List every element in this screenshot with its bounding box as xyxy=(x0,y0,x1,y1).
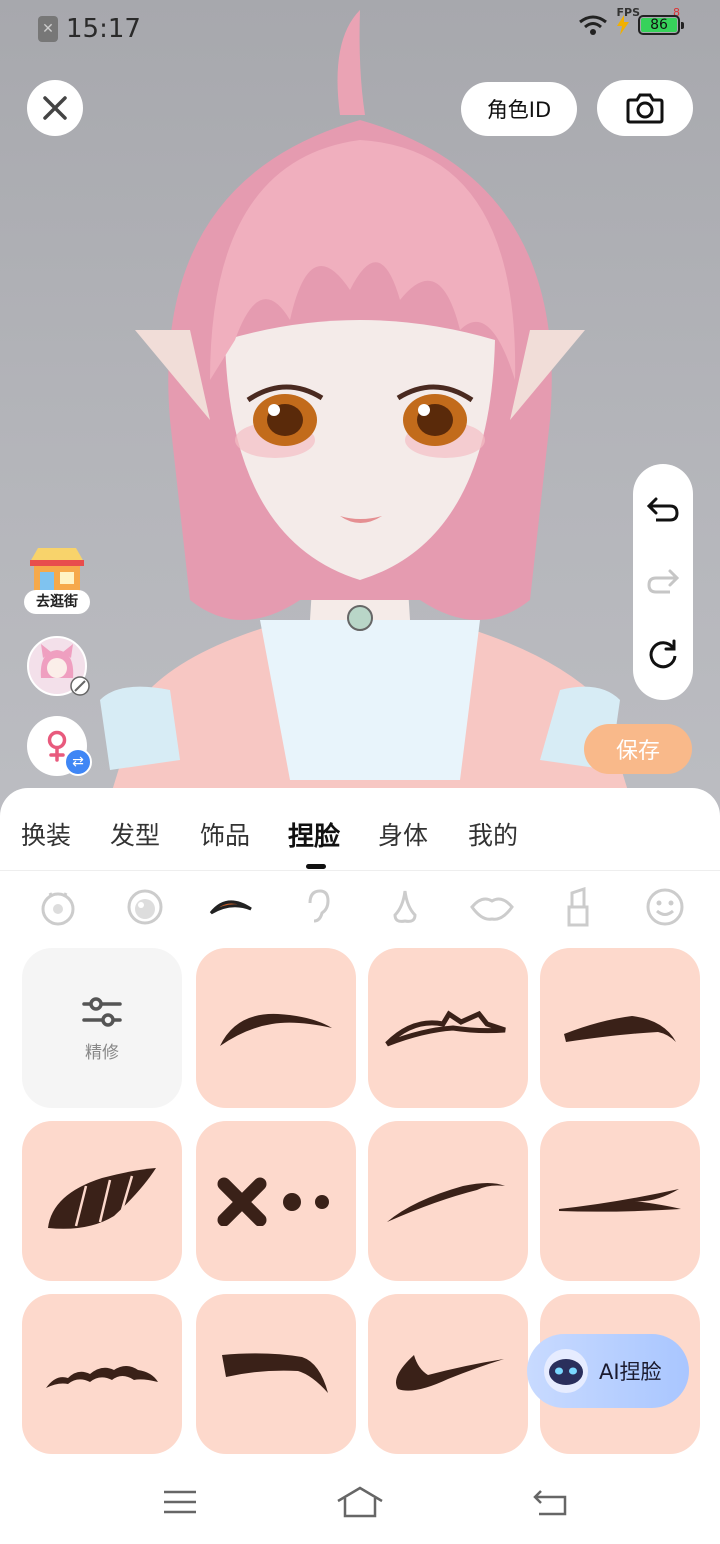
tab-outfit[interactable]: 换装 xyxy=(21,816,71,852)
status-left: ✕ 15:17 xyxy=(38,14,141,44)
eyebrow-option[interactable] xyxy=(368,1294,528,1454)
eyebrow-option[interactable] xyxy=(22,1121,182,1281)
eyebrow-icon[interactable] xyxy=(204,880,258,934)
tab-accessories[interactable]: 饰品 xyxy=(200,816,250,852)
refine-label: 精修 xyxy=(85,1042,119,1063)
undo-button[interactable] xyxy=(643,490,683,530)
battery-icon: 86 xyxy=(638,15,684,35)
expression-icon[interactable] xyxy=(638,880,692,934)
status-right: 86 xyxy=(578,14,684,36)
lips-icon[interactable] xyxy=(465,880,519,934)
status-bar: ✕ 15:17 FPS 8 86 xyxy=(0,0,720,58)
shop-icon xyxy=(30,548,84,594)
close-button[interactable] xyxy=(27,80,83,136)
tab-face[interactable]: 捏脸 xyxy=(288,816,340,853)
face-shape-icon[interactable] xyxy=(31,880,85,934)
close-icon xyxy=(43,96,67,120)
status-time: 15:17 xyxy=(66,14,141,44)
redo-button[interactable] xyxy=(643,562,683,602)
go-shopping-label: 去逛街 xyxy=(24,590,90,614)
wifi-icon xyxy=(579,15,607,35)
home-button[interactable] xyxy=(335,1480,385,1524)
divider xyxy=(0,870,720,871)
face-subcategories xyxy=(0,880,720,936)
system-navigation-bar xyxy=(0,1460,720,1544)
eyebrow-option[interactable] xyxy=(196,1121,356,1281)
active-tab-indicator xyxy=(306,864,326,869)
tab-body[interactable]: 身体 xyxy=(378,816,428,852)
eye-icon[interactable] xyxy=(118,880,172,934)
reset-button[interactable] xyxy=(643,634,683,674)
ai-face-button[interactable]: AI捏脸 xyxy=(527,1334,689,1408)
makeup-icon[interactable] xyxy=(551,880,605,934)
nose-icon[interactable] xyxy=(378,880,432,934)
eyebrow-option[interactable] xyxy=(196,1294,356,1454)
reset-icon xyxy=(649,639,677,669)
history-panel xyxy=(633,464,693,700)
swap-icon[interactable]: ⇄ xyxy=(64,748,92,776)
menu-icon xyxy=(164,1490,196,1514)
category-tabs: 换装 发型 饰品 捏脸 身体 我的 xyxy=(0,788,720,870)
tab-hairstyle[interactable]: 发型 xyxy=(110,816,160,852)
battery-level: 86 xyxy=(641,18,677,32)
robot-icon xyxy=(544,1349,588,1393)
ai-face-label: AI捏脸 xyxy=(599,1360,662,1384)
eyebrow-option[interactable] xyxy=(196,948,356,1108)
redo-icon xyxy=(647,569,680,594)
eyebrow-option[interactable] xyxy=(22,1294,182,1454)
undo-icon xyxy=(646,497,679,522)
eyebrow-option[interactable] xyxy=(368,1121,528,1281)
tab-mine[interactable]: 我的 xyxy=(468,816,518,852)
camera-button[interactable] xyxy=(597,80,693,136)
save-button[interactable]: 保存 xyxy=(584,724,692,774)
eyebrow-option[interactable] xyxy=(540,1121,700,1281)
camera-icon xyxy=(626,93,664,124)
back-button[interactable] xyxy=(524,1480,574,1524)
role-id-button[interactable]: 角色ID xyxy=(461,82,577,136)
notification-icon: ✕ xyxy=(38,16,58,42)
charging-icon xyxy=(617,15,629,35)
eyebrow-option[interactable] xyxy=(540,948,700,1108)
home-icon xyxy=(337,1486,383,1518)
menu-button[interactable] xyxy=(155,1480,205,1524)
back-icon xyxy=(533,1490,567,1516)
hidden-badge-icon xyxy=(70,676,90,696)
avatar-viewport[interactable]: ✕ 15:17 FPS 8 86 角色ID 去逛街 ⇄ 保存 xyxy=(0,0,720,830)
sliders-icon xyxy=(82,996,122,1027)
ear-icon[interactable] xyxy=(291,880,345,934)
eyebrow-option[interactable] xyxy=(368,948,528,1108)
customization-sheet: 换装 发型 饰品 捏脸 身体 我的 精修 AI捏脸 xyxy=(0,788,720,1544)
refine-button[interactable]: 精修 xyxy=(22,948,182,1108)
go-shopping-button[interactable]: 去逛街 xyxy=(24,544,90,616)
